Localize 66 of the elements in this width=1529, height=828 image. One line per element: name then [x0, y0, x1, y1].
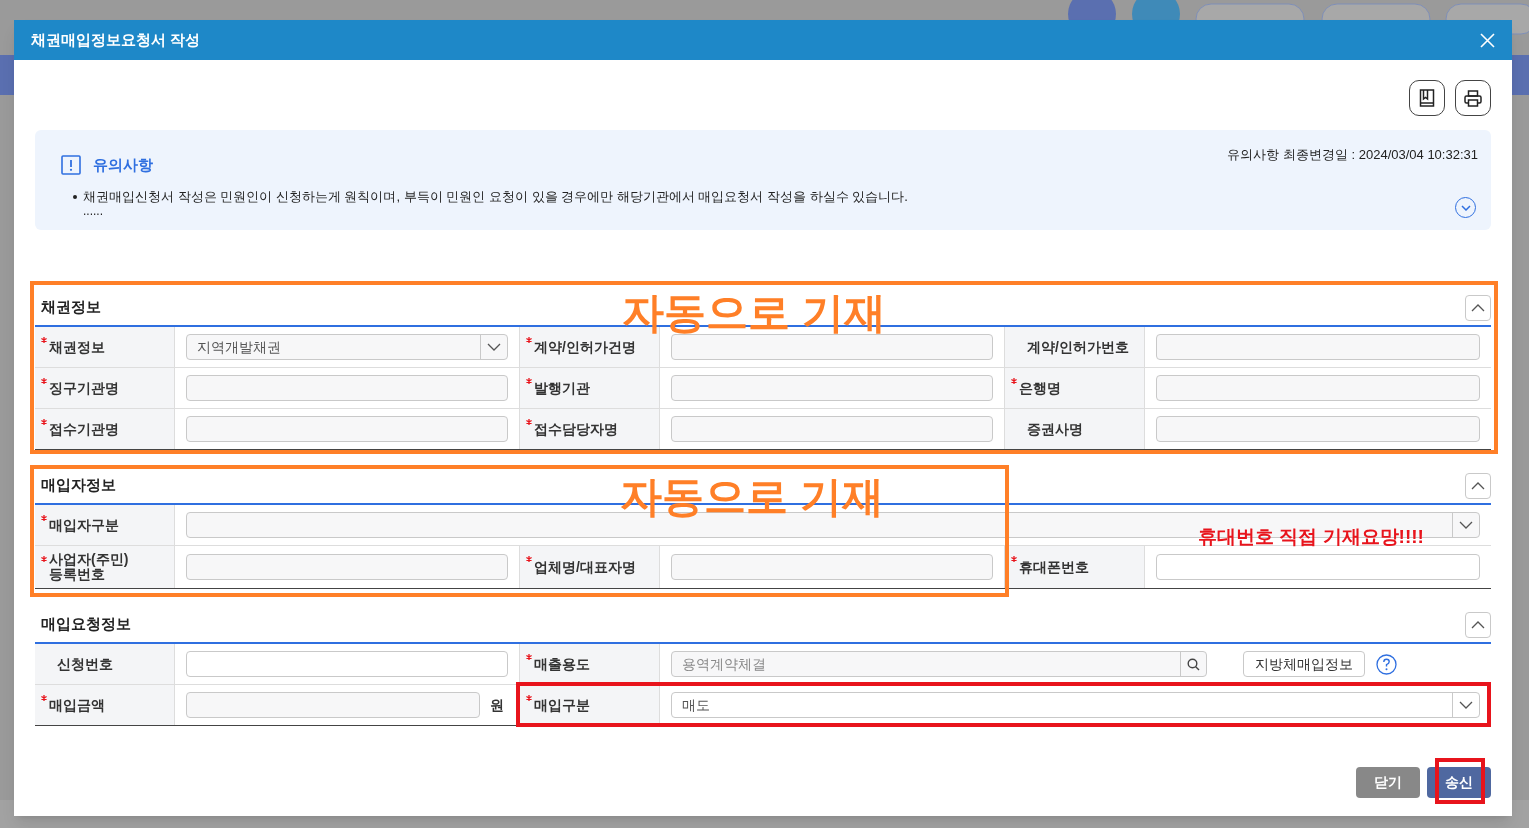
annotation-text: 휴대번호 직접 기재요망!!!!	[1198, 527, 1424, 546]
close-button[interactable]	[1478, 31, 1496, 49]
bookmark-button[interactable]	[1409, 80, 1445, 116]
annotation-text: 자동으로 기재	[622, 292, 886, 334]
more-text: ......	[82, 206, 104, 216]
chevron-up-icon	[1471, 481, 1485, 490]
close-dialog-button[interactable]: 닫기	[1356, 767, 1420, 798]
print-button[interactable]	[1455, 80, 1491, 116]
section-title: 채권정보	[41, 297, 101, 318]
field-label: 매입금액	[49, 697, 105, 713]
chevron-down-icon	[1459, 701, 1473, 709]
exclamation-icon	[61, 155, 81, 176]
chevron-up-icon	[1471, 620, 1485, 629]
field-label: 발행기관	[534, 380, 590, 396]
input-field[interactable]	[186, 416, 508, 442]
close-icon	[1479, 32, 1495, 48]
notice-title: 유의사항	[93, 155, 153, 175]
field-label: 채권정보	[49, 339, 105, 355]
field-label: 증권사명	[1027, 421, 1083, 437]
field-label: 징구기관명	[49, 380, 119, 396]
field-label: 접수기관명	[49, 421, 119, 437]
collapse-button[interactable]	[1465, 472, 1491, 499]
field-label: 신청번호	[57, 656, 113, 672]
notice-text: 채권매입신청서 작성은 민원인이 신청하는게 원칙이며, 부득이 민원인 요청이 있을 경우에만 해당기관에서 매입요청서 작성을 하실수 있습니다.	[83, 187, 908, 206]
input-field[interactable]	[1156, 416, 1480, 442]
chevron-down-icon	[1460, 204, 1471, 211]
select-field[interactable]: 매도	[671, 692, 1480, 718]
chevron-up-icon	[1471, 303, 1485, 312]
field-label: 휴대폰번호	[1019, 559, 1089, 575]
field-label: 계약/인허가번호	[1027, 339, 1129, 355]
field-label: 은행명	[1019, 380, 1061, 396]
chevron-down-icon	[487, 343, 501, 351]
field-label: 매입구분	[534, 697, 590, 713]
input-field[interactable]	[671, 334, 993, 360]
notice-date: 유의사항 최종변경일 : 2024/03/04 10:32:31	[1227, 146, 1478, 164]
section-title: 매입자정보	[41, 475, 116, 496]
menu-bar-edge	[0, 55, 14, 95]
field-label: 사업자(주민) 등록번호	[49, 552, 129, 582]
local-bond-info-button[interactable]: 지방체매입정보	[1243, 651, 1365, 677]
field-label: 매출용도	[534, 656, 590, 672]
field-label: 계약/인허가건명	[534, 339, 636, 355]
input-field[interactable]	[671, 554, 993, 580]
book-icon	[1419, 89, 1435, 107]
unit-label: 원	[490, 695, 504, 715]
field-label: 매입자구분	[49, 517, 119, 533]
field-label: 업체명/대표자명	[534, 559, 636, 575]
input-field[interactable]	[671, 416, 993, 442]
select-field[interactable]: 지역개발채권	[186, 334, 508, 360]
help-icon[interactable]	[1376, 653, 1397, 675]
input-field[interactable]	[1156, 554, 1480, 580]
input-field[interactable]	[1156, 375, 1480, 401]
collapse-button[interactable]	[1465, 294, 1491, 321]
search-icon	[1187, 657, 1200, 671]
collapse-button[interactable]	[1465, 611, 1491, 638]
input-field[interactable]	[186, 554, 508, 580]
input-field[interactable]	[1156, 334, 1480, 360]
section-title: 매입요청정보	[41, 614, 131, 635]
chevron-down-icon	[1459, 521, 1473, 529]
input-field[interactable]	[671, 375, 993, 401]
dialog-title: 채권매입정보요청서 작성	[31, 29, 201, 50]
field-label: 접수담당자명	[534, 421, 618, 437]
input-field[interactable]	[186, 651, 508, 677]
menu-bar-edge	[1512, 55, 1529, 95]
print-icon	[1464, 89, 1482, 107]
input-field[interactable]	[186, 692, 480, 718]
input-field[interactable]	[186, 375, 508, 401]
